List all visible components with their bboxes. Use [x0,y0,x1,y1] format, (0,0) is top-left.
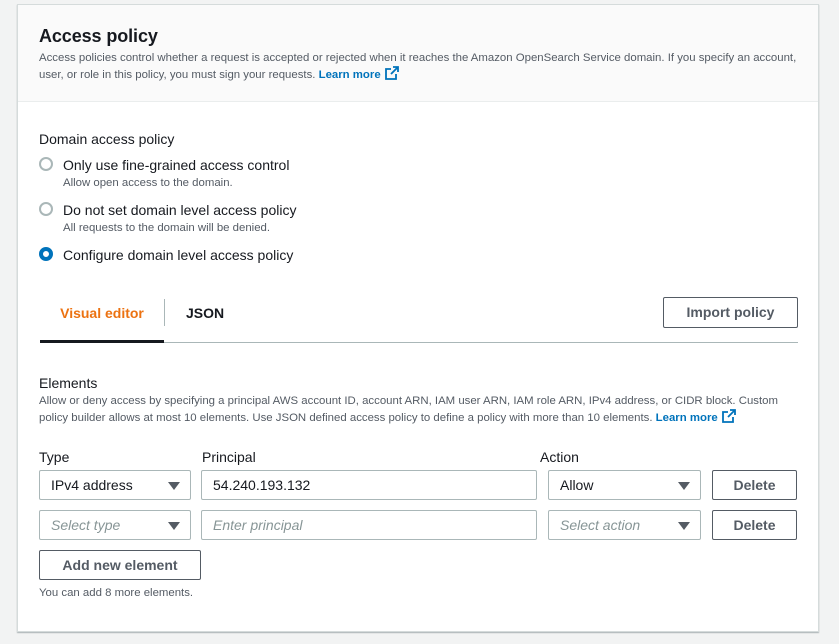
domain-access-label: Domain access policy [39,131,175,147]
tab-json[interactable]: JSON [186,297,224,343]
radio-option-no-policy[interactable]: Do not set domain level access policy Al… [39,201,296,234]
principal-input[interactable]: 54.240.193.132 [201,470,537,500]
learn-more-label: Learn more [318,69,381,81]
external-link-icon [384,66,399,80]
principal-input-placeholder: Enter principal [213,517,303,533]
caret-down-icon [678,522,690,530]
type-select[interactable]: Select type [39,510,191,540]
import-policy-button[interactable]: Import policy [663,297,798,328]
panel-title: Access policy [39,26,158,46]
delete-button[interactable]: Delete [712,470,797,500]
principal-input[interactable]: Enter principal [201,510,537,540]
panel-description: Access policies control whether a reques… [39,50,809,83]
action-select-value: Allow [560,477,594,493]
access-policy-panel: Access policy Access policies control wh… [17,4,819,632]
radio-button[interactable] [39,157,53,171]
learn-more-link[interactable]: Learn more [318,66,399,81]
caret-down-icon [678,482,690,490]
action-select-placeholder: Select action [560,517,641,533]
radio-option-fine-grained[interactable]: Only use fine-grained access control All… [39,156,289,189]
caret-down-icon [168,482,180,490]
radio-label: Do not set domain level access policy [63,202,297,218]
radio-button-selected[interactable] [39,247,53,261]
tab-visual-editor[interactable]: Visual editor [40,297,164,343]
radio-label: Only use fine-grained access control [63,157,290,173]
elements-label: Elements [39,375,98,391]
radio-description: Allow open access to the domain. [63,177,233,189]
tab-divider [164,299,165,326]
panel-description-text: Access policies control whether a reques… [39,52,797,81]
action-column-label: Action [540,449,579,465]
external-link-icon [721,409,736,423]
type-select-value: IPv4 address [51,477,133,493]
type-select-placeholder: Select type [51,517,121,533]
type-select[interactable]: IPv4 address [39,470,191,500]
delete-button[interactable]: Delete [712,510,797,540]
panel-header: Access policy Access policies control wh… [18,5,818,102]
principal-input-value: 54.240.193.132 [213,477,311,493]
action-select[interactable]: Allow [548,470,701,500]
action-select[interactable]: Select action [548,510,701,540]
elements-remaining-hint: You can add 8 more elements. [39,587,194,599]
add-new-element-button[interactable]: Add new element [39,550,201,580]
elements-description: Allow or deny access by specifying a pri… [39,393,799,426]
learn-more-label: Learn more [655,412,718,424]
principal-column-label: Principal [202,449,256,465]
radio-button[interactable] [39,202,53,216]
radio-description: All requests to the domain will be denie… [63,222,271,234]
elements-learn-more-link[interactable]: Learn more [655,409,736,424]
type-column-label: Type [39,449,70,465]
caret-down-icon [168,522,180,530]
radio-label: Configure domain level access policy [63,247,294,263]
radio-option-configure-policy[interactable]: Configure domain level access policy [39,246,293,264]
